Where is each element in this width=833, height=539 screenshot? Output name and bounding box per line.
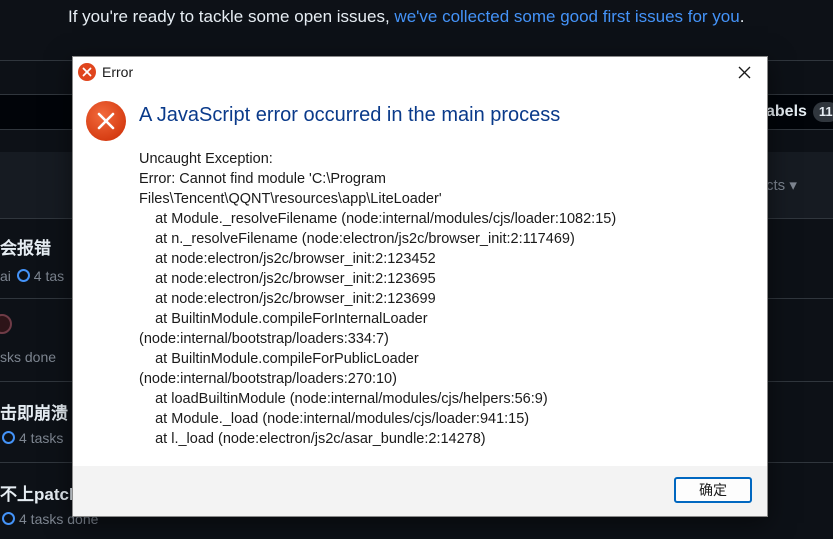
issue-title[interactable]: 会报错 xyxy=(0,234,51,259)
main-instruction: A JavaScript error occurred in the main … xyxy=(139,104,561,126)
task-count: 4 tas xyxy=(33,268,65,284)
dialog-titlebar[interactable]: Error xyxy=(73,57,767,88)
banner-prefix: If you're ready to tackle some open issu… xyxy=(68,7,395,26)
dialog-title: Error xyxy=(102,64,134,80)
dialog-footer: 确定 xyxy=(73,466,767,516)
issue-meta: sks done xyxy=(0,349,56,365)
issue-title[interactable]: 击即崩溃 xyxy=(0,399,68,424)
error-icon xyxy=(85,100,127,142)
progress-ring-icon xyxy=(16,269,30,282)
issue-author: ai xyxy=(0,268,11,284)
issue-meta: 4 tasks xyxy=(0,430,63,446)
caret-down-icon: ▾ xyxy=(789,177,797,194)
good-first-issues-banner: If you're ready to tackle some open issu… xyxy=(0,0,833,61)
task-count: sks done xyxy=(0,349,57,365)
task-count: 4 tasks xyxy=(19,430,64,446)
projects-filter[interactable]: cts ▾ xyxy=(766,176,797,194)
labels-button[interactable]: abels 11 xyxy=(766,100,833,124)
issue-title[interactable]: 不上patch xyxy=(0,480,79,505)
good-first-issues-link[interactable]: we've collected some good first issues f… xyxy=(394,7,739,26)
error-message: Uncaught Exception: Error: Cannot find m… xyxy=(139,151,617,447)
banner-suffix: . xyxy=(739,7,745,26)
close-button[interactable] xyxy=(721,57,767,88)
issue-meta: ai 4 tas xyxy=(0,268,64,284)
error-icon xyxy=(78,63,96,81)
close-icon xyxy=(738,66,751,79)
error-dialog: Error A JavaScript error occurred in the… xyxy=(72,56,768,517)
progress-ring-icon xyxy=(2,512,15,525)
ok-button[interactable]: 确定 xyxy=(674,477,752,503)
projects-label: cts xyxy=(766,177,786,194)
labels-label: abels xyxy=(766,103,807,120)
banner-text: If you're ready to tackle some open issu… xyxy=(68,7,744,27)
progress-ring-icon xyxy=(2,431,15,444)
dialog-content: A JavaScript error occurred in the main … xyxy=(73,88,767,466)
labels-count-badge: 11 xyxy=(812,102,833,122)
screen: If you're ready to tackle some open issu… xyxy=(0,0,833,539)
